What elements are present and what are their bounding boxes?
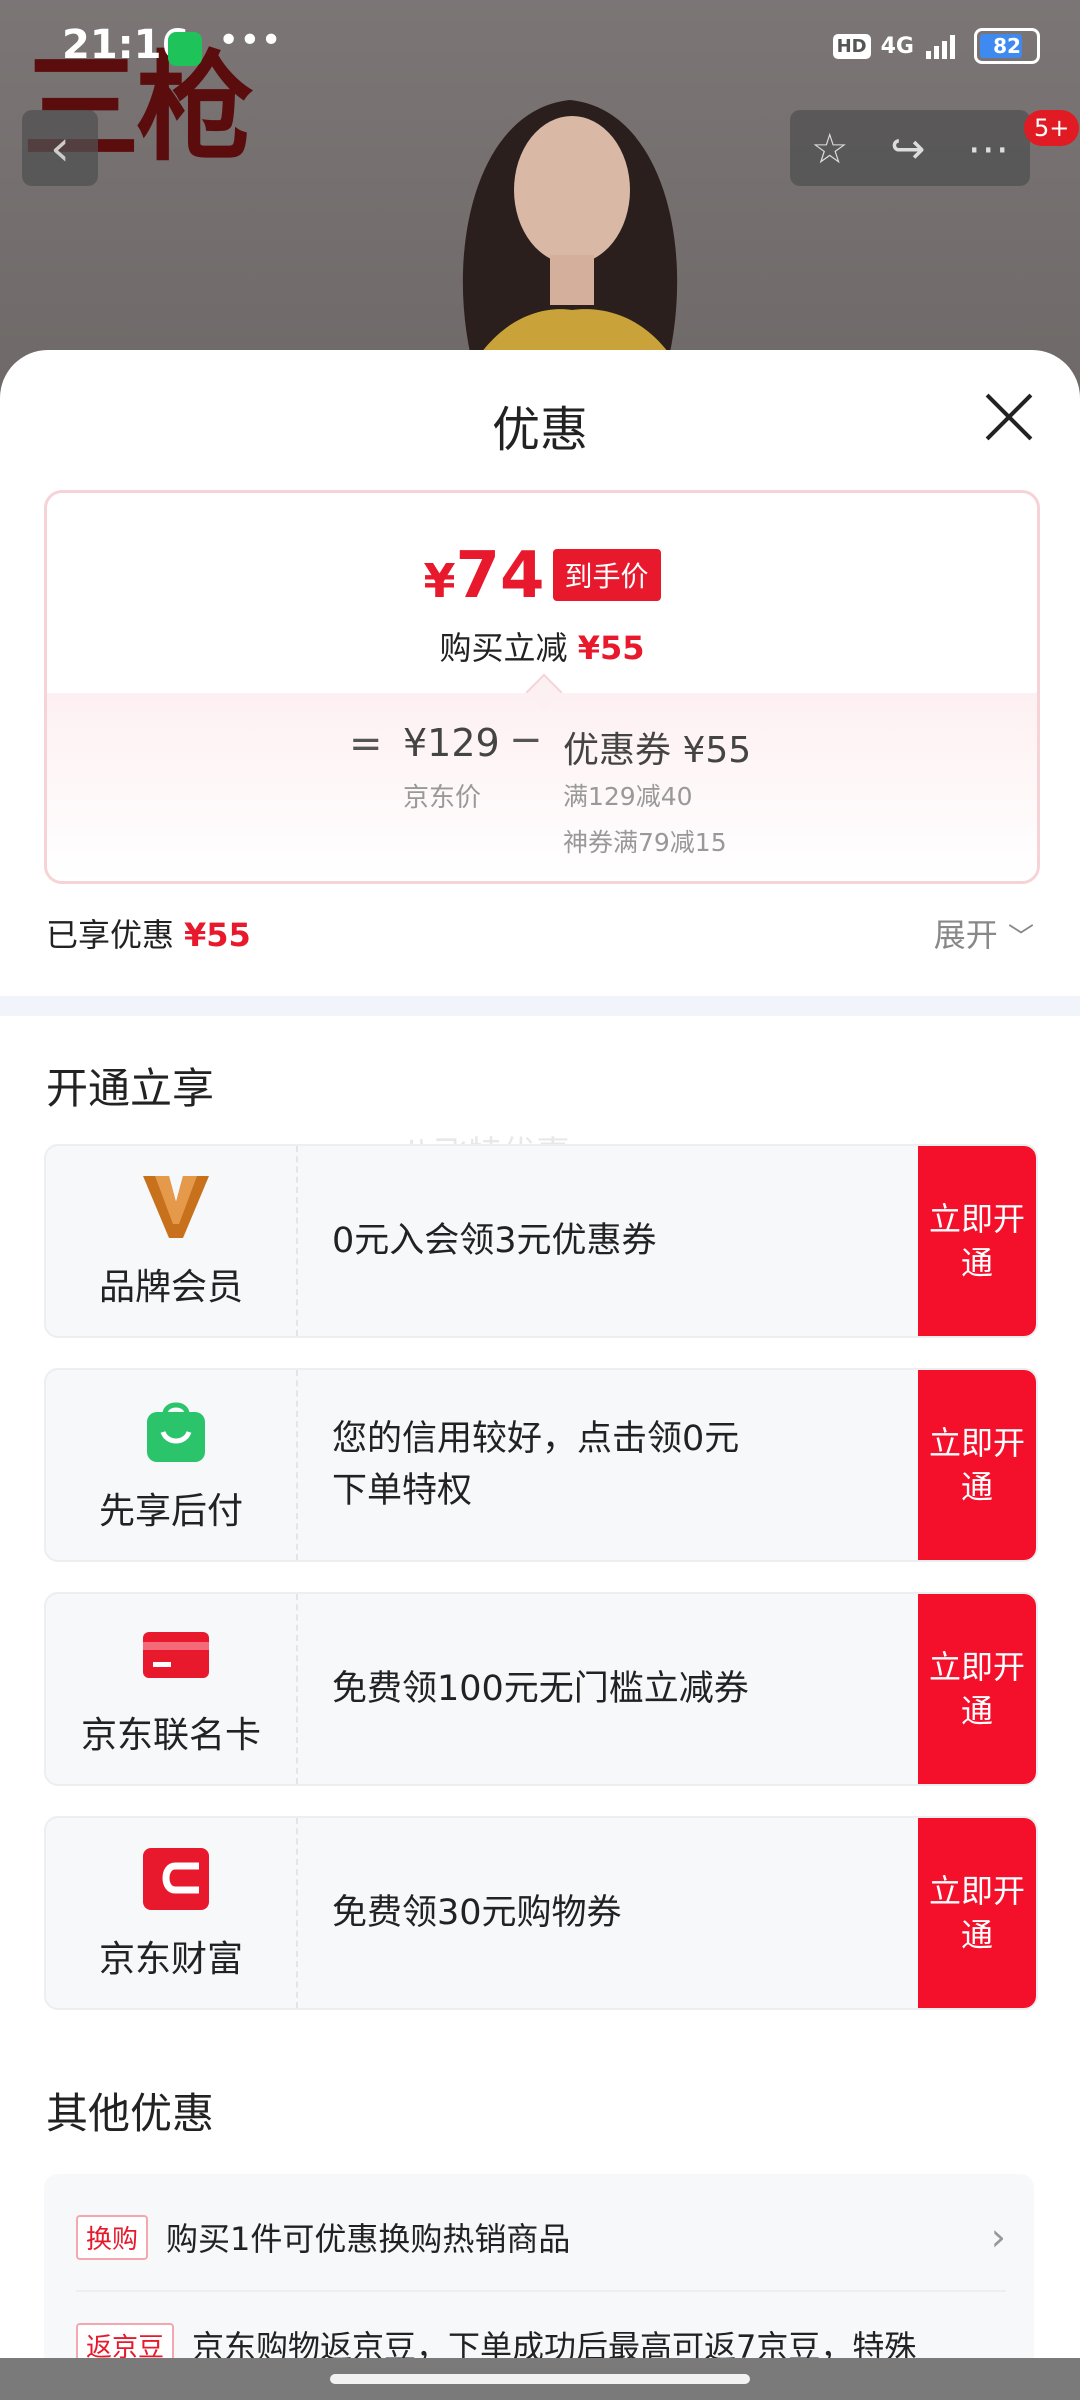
enjoyed-value: ¥55 — [184, 916, 251, 954]
wealth-icon — [143, 1848, 209, 1910]
benefit-name: 京东联名卡 — [80, 1715, 261, 1756]
signal-icon — [926, 35, 955, 59]
open-section-title: 开通立享 — [46, 1064, 215, 1113]
equals-sign: = — [349, 721, 383, 767]
enjoyed-label: 已享优惠 — [46, 916, 175, 954]
jd-price-label: 京东价 — [403, 783, 482, 813]
activate-button[interactable]: 立即开通 — [918, 1146, 1036, 1336]
minus-sign: − — [509, 717, 543, 763]
credit-card-icon — [143, 1632, 209, 1678]
chevron-down-icon: ﹀ — [1007, 923, 1034, 953]
chevron-left-icon: ‹ — [50, 119, 70, 177]
status-bar: 21:16 ••• HD 4G 82 — [0, 0, 1080, 96]
jd-price-value: ¥129 — [403, 721, 500, 765]
activate-button[interactable]: 立即开通 — [918, 1594, 1036, 1784]
benefit-brand: 京东联名卡 — [46, 1594, 298, 1784]
benefit-description: 免费领30元购物券 — [332, 1893, 622, 1933]
sheet-title: 优惠 — [491, 402, 588, 458]
activate-button[interactable]: 立即开通 — [918, 1818, 1036, 2008]
message-badge: 5+ — [1024, 110, 1080, 146]
discount-sheet: 优惠 ¥74 到手价 购买立减 ¥55 = ¥129 京东价 − 优惠券 ¥55 … — [0, 350, 1080, 2400]
final-price: ¥74 到手价 — [47, 539, 1037, 613]
benefit-description: 您的信用较好，点击领0元下单特权 — [332, 1419, 740, 1511]
expand-button[interactable]: 展开 ﹀ — [934, 910, 1034, 956]
back-button[interactable]: ‹ — [22, 110, 98, 186]
shopping-bag-icon — [147, 1402, 205, 1462]
offer-text: 购买1件可优惠换购热销商品 — [166, 2220, 571, 2258]
expand-label: 展开 — [933, 916, 998, 954]
benefit-name: 先享后付 — [98, 1491, 243, 1532]
benefit-card[interactable]: 先享后付 您的信用较好，点击领0元下单特权 立即开通 — [44, 1368, 1038, 1562]
status-indicators: HD 4G 82 — [832, 28, 1040, 64]
network-label: 4G — [880, 33, 914, 59]
benefit-name: 品牌会员 — [98, 1267, 243, 1308]
list-item[interactable]: 换购 购买1件可优惠换购热销商品 › — [76, 2192, 1006, 2282]
close-icon[interactable] — [982, 390, 1036, 444]
price-value: 74 — [455, 539, 545, 613]
benefit-card[interactable]: 品牌会员 0元入会领3元优惠券 立即开通 — [44, 1144, 1038, 1338]
enjoyed-discount: 已享优惠 ¥55 — [46, 910, 251, 956]
favorite-star-icon[interactable]: ☆ — [811, 124, 849, 173]
other-section-title: 其他优惠 — [46, 2089, 215, 2138]
benefit-card[interactable]: 京东联名卡 免费领100元无门槛立减券 立即开通 — [44, 1592, 1038, 1786]
activate-button[interactable]: 立即开通 — [918, 1370, 1036, 1560]
brand-v-icon — [143, 1176, 209, 1238]
top-action-bar: ☆ ↪ ⋯ — [790, 110, 1030, 186]
coupon-total: 优惠券 ¥55 — [563, 730, 752, 771]
hd-icon: HD — [832, 33, 871, 59]
final-price-tag: 到手价 — [552, 549, 661, 601]
share-icon[interactable]: ↪ — [890, 124, 925, 173]
benefit-brand: 京东财富 — [46, 1818, 298, 2008]
benefit-description: 0元入会领3元优惠券 — [332, 1221, 657, 1261]
coupon-rule: 满129减40 — [563, 782, 693, 811]
battery-icon: 82 — [974, 28, 1040, 64]
model-image — [462, 100, 686, 380]
price-calculation: = ¥129 京东价 − 优惠券 ¥55 满129减40 神券满79减15 — [47, 673, 1037, 881]
benefit-brand: 品牌会员 — [46, 1146, 298, 1336]
coupon-rule: 神券满79减15 — [563, 828, 727, 857]
instant-discount-value: ¥55 — [577, 629, 645, 667]
price-summary-card: ¥74 到手价 购买立减 ¥55 = ¥129 京东价 − 优惠券 ¥55 满12… — [44, 490, 1040, 884]
home-indicator[interactable] — [330, 2374, 750, 2384]
benefit-name: 京东财富 — [98, 1939, 243, 1980]
instant-discount: 购买立减 ¥55 — [47, 623, 1037, 669]
battery-level: 82 — [993, 34, 1021, 58]
row-divider — [76, 2290, 1006, 2292]
more-icon[interactable]: ⋯ — [967, 124, 1009, 173]
benefit-description: 免费领100元无门槛立减券 — [332, 1669, 749, 1709]
price-currency: ¥ — [423, 554, 456, 608]
section-divider — [0, 996, 1080, 1016]
benefit-card[interactable]: 京东财富 免费领30元购物券 立即开通 — [44, 1816, 1038, 2010]
offer-tag: 换购 — [76, 2214, 149, 2260]
wechat-icon — [168, 32, 202, 66]
instant-discount-label: 购买立减 — [439, 629, 568, 667]
chevron-right-icon: › — [990, 2215, 1006, 2259]
more-notifications-icon: ••• — [218, 20, 282, 61]
benefit-brand: 先享后付 — [46, 1370, 298, 1560]
